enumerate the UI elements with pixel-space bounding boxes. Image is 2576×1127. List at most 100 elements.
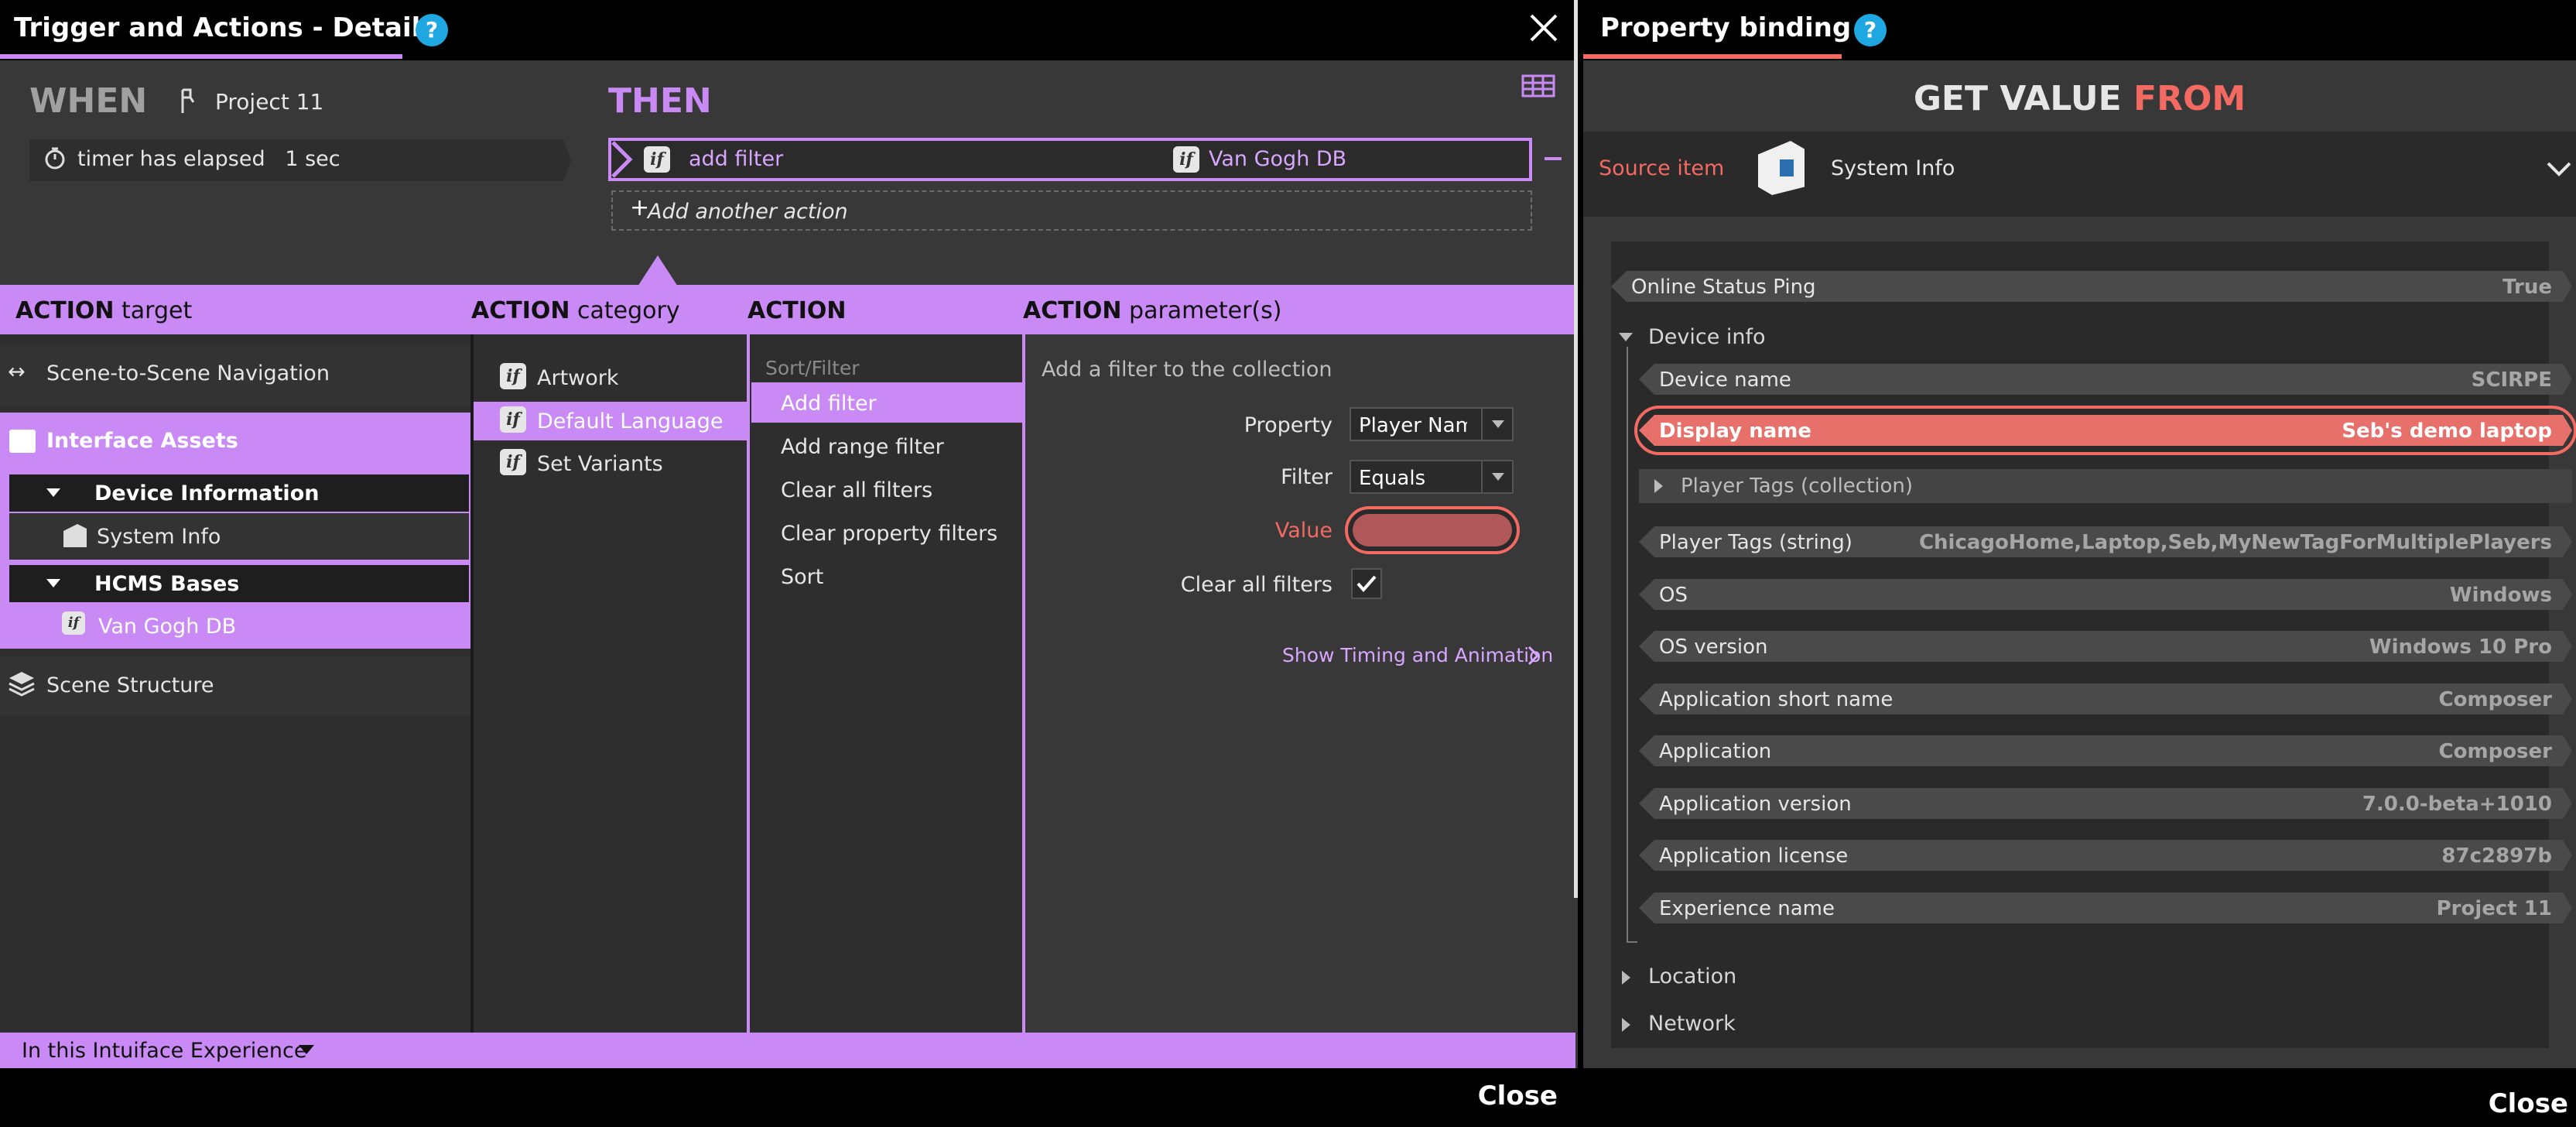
remove-action-button[interactable]: [1545, 157, 1562, 160]
category-row-set-variants[interactable]: if Set Variants: [474, 444, 747, 483]
category-row-default-language[interactable]: if Default Language: [474, 402, 747, 440]
location-group[interactable]: Location: [1648, 964, 1736, 988]
right-footer: Close: [1583, 1068, 2576, 1127]
property-key: Player Tags (string): [1659, 531, 1852, 554]
expand-icon[interactable]: [1622, 971, 1630, 985]
chevron-down-icon[interactable]: [2546, 161, 2572, 176]
source-item-label: Source item: [1599, 156, 1725, 180]
property-value: Windows 10 Pro: [2369, 635, 2552, 659]
action-arrow-icon: [611, 141, 633, 178]
device-info-group[interactable]: Device info: [1648, 325, 1766, 349]
col-header-target: ACTION target: [15, 297, 192, 324]
category-if-icon: if: [500, 363, 526, 389]
chevron-down-icon: [1481, 409, 1512, 440]
project-icon: [181, 88, 195, 113]
add-action-button[interactable]: + Add another action: [611, 190, 1532, 231]
show-timing-link[interactable]: Show Timing and Animation: [1282, 644, 1553, 666]
property-key: OS: [1659, 584, 1688, 607]
property-value: ChicagoHome,Laptop,Seb,MyNewTagForMultip…: [1918, 531, 2552, 554]
expand-icon[interactable]: [1622, 1018, 1630, 1032]
filter-dropdown[interactable]: Equals: [1350, 460, 1514, 494]
property-label: Property: [1244, 413, 1332, 437]
interface-assets-icon: [9, 430, 36, 453]
property-app-short-name[interactable]: Application short name Composer: [1639, 683, 2572, 714]
system-info-row[interactable]: System Info: [9, 513, 469, 560]
action-clear-all-filters[interactable]: Clear all filters: [781, 478, 932, 502]
property-player-tags-string[interactable]: Player Tags (string) ChicagoHome,Laptop,…: [1639, 526, 2572, 557]
plus-icon: +: [630, 194, 650, 221]
title-underline: [1583, 54, 1842, 59]
when-label: WHEN: [29, 81, 148, 121]
layers-icon: [9, 672, 35, 697]
value-field-outline[interactable]: [1345, 506, 1520, 554]
property-online-status[interactable]: Online Status Ping True: [1611, 271, 2572, 302]
col-target-rest: target: [121, 297, 193, 324]
device-information-group[interactable]: Device Information: [9, 474, 469, 512]
help-icon[interactable]: ?: [416, 14, 448, 46]
property-key: Application: [1659, 740, 1772, 763]
action-sort[interactable]: Sort: [781, 565, 823, 589]
target-scene-nav: Scene-to-Scene Navigation: [46, 361, 330, 385]
network-group[interactable]: Network: [1648, 1012, 1736, 1036]
property-os-version[interactable]: OS version Windows 10 Pro: [1639, 631, 2572, 662]
col-target-bold: ACTION: [15, 297, 115, 324]
property-device-name[interactable]: Device name SCIRPE: [1639, 364, 2572, 395]
category-row-artwork[interactable]: if Artwork: [474, 358, 747, 397]
collapse-icon: [46, 488, 60, 497]
property-key: Player Tags (collection): [1681, 474, 1914, 498]
action-add-filter-label: Add filter: [781, 392, 877, 416]
target-scene-structure-row[interactable]: Scene Structure: [0, 656, 470, 715]
action-add-range-filter[interactable]: Add range filter: [781, 435, 944, 459]
property-value: Seb's demo laptop: [2342, 420, 2552, 443]
project-name: Project 11: [215, 89, 324, 115]
source-item-bar[interactable]: Source item System Info: [1583, 132, 2576, 217]
property-key: OS version: [1659, 635, 1768, 659]
property-dropdown[interactable]: Player Name: [1350, 407, 1514, 441]
target-scene-structure: Scene Structure: [46, 673, 214, 697]
trigger-actions-dialog: Trigger and Actions - Details ? WHEN Pro…: [0, 0, 1578, 1127]
chevron-right-icon[interactable]: [1526, 644, 1541, 667]
col-params-bold: ACTION: [1023, 297, 1122, 324]
column-header-bar: ACTION target ACTION category ACTION ACT…: [0, 285, 1575, 334]
target-interface-assets-row[interactable]: Interface Assets: [0, 413, 470, 471]
action-clear-property-filters[interactable]: Clear property filters: [781, 522, 997, 546]
action-row[interactable]: if add filter if Van Gogh DB: [608, 138, 1532, 181]
swap-arrows-icon: ↔: [8, 360, 26, 384]
property-key: Application license: [1659, 844, 1849, 868]
property-app-version[interactable]: Application version 7.0.0-beta+1010: [1639, 788, 2572, 819]
van-gogh-db-row[interactable]: if Van Gogh DB: [9, 605, 469, 647]
title-underline: [0, 54, 402, 59]
help-icon[interactable]: ?: [1854, 14, 1887, 46]
property-display-name[interactable]: Display name Seb's demo laptop: [1639, 415, 2572, 446]
divider: [1022, 334, 1025, 1033]
property-experience-name[interactable]: Experience name Project 11: [1639, 892, 2572, 923]
close-button[interactable]: Close: [1478, 1081, 1558, 1112]
category-artwork: Artwork: [537, 366, 619, 390]
tree-line: [1627, 347, 1628, 943]
get-value-from-heading: GET VALUE FROM: [1583, 79, 2576, 118]
left-titlebar: Trigger and Actions - Details ?: [0, 0, 1578, 60]
property-app-license[interactable]: Application license 87c2897b: [1639, 840, 2572, 871]
close-icon[interactable]: [1527, 11, 1561, 45]
value-binding-field[interactable]: [1353, 514, 1512, 546]
property-player-tags-collection[interactable]: Player Tags (collection): [1639, 469, 2572, 503]
category-default-language: Default Language: [537, 409, 724, 433]
property-key: Online Status Ping: [1631, 276, 1816, 299]
property-value: 7.0.0-beta+1010: [2362, 793, 2552, 816]
target-scene-nav-row[interactable]: ↔ Scene-to-Scene Navigation: [0, 344, 470, 406]
property-application[interactable]: Application Composer: [1639, 735, 2572, 766]
property-value: Composer: [2438, 688, 2552, 711]
collapse-icon[interactable]: [1619, 333, 1633, 341]
grid-view-icon[interactable]: [1521, 74, 1555, 98]
system-info-icon: [1758, 141, 1805, 195]
property-os[interactable]: OS Windows: [1639, 579, 2572, 610]
hcms-bases-group[interactable]: HCMS Bases: [9, 565, 469, 602]
action-add-filter[interactable]: Add filter: [751, 382, 1022, 423]
scope-label: In this Intuiface Experience: [22, 1039, 307, 1063]
property-key: Device name: [1659, 368, 1791, 392]
close-button[interactable]: Close: [2489, 1088, 2568, 1119]
scope-bar[interactable]: In this Intuiface Experience: [0, 1033, 1575, 1068]
clear-all-checkbox[interactable]: [1351, 568, 1382, 599]
property-binding-title: Property binding: [1600, 12, 1852, 43]
system-info-screen: [1780, 159, 1794, 176]
